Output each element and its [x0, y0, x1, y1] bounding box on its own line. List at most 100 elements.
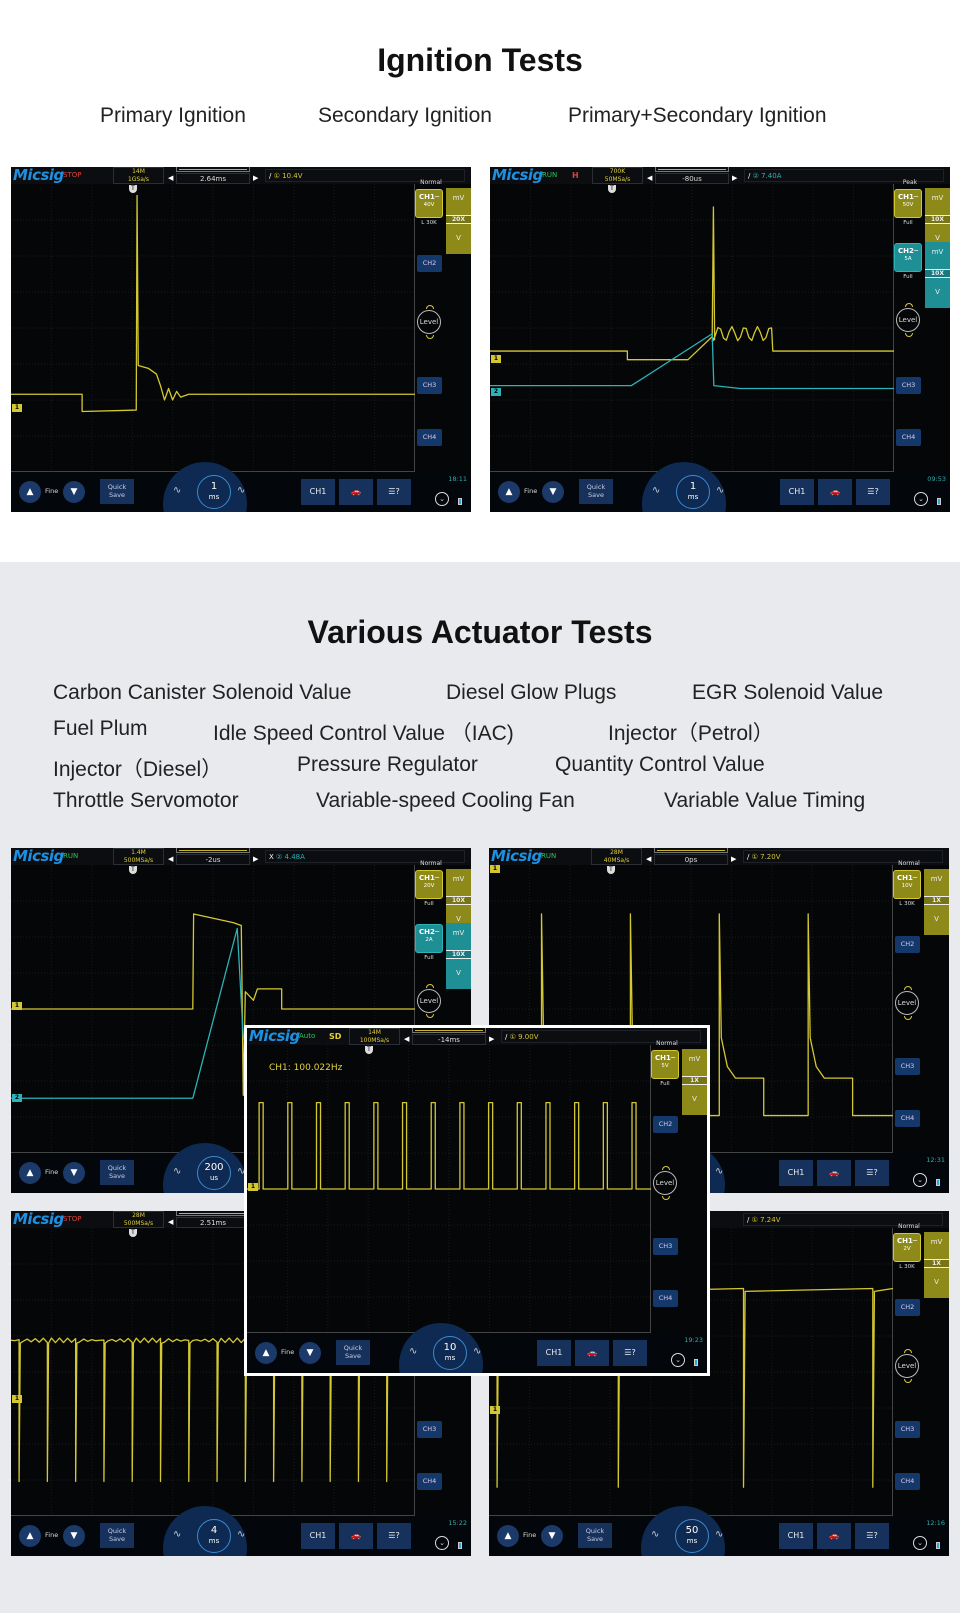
timebase-slider[interactable] [176, 167, 250, 172]
ch2-button[interactable]: CH2 [417, 255, 442, 272]
ch3-button[interactable]: CH3 [896, 377, 921, 394]
ch3-button[interactable]: CH3 [417, 1421, 442, 1438]
help-menu-icon[interactable]: ☰? [855, 1160, 889, 1186]
arrow-right-icon[interactable]: ▶ [732, 174, 737, 182]
chevron-down-icon[interactable]: ⌄ [913, 1536, 927, 1550]
compress-wave-icon[interactable]: ∿ [652, 485, 660, 496]
arrow-right-icon[interactable]: ▶ [253, 174, 258, 182]
ch2-button[interactable]: CH2 [895, 1299, 920, 1316]
arrow-up-icon[interactable]: ▲ [19, 1525, 41, 1547]
trigger-level-knob[interactable]: Level [653, 1166, 677, 1195]
compress-wave-icon[interactable]: ∿ [173, 1529, 181, 1540]
ch1-level-marker[interactable]: 1 [12, 1002, 22, 1010]
ch3-button[interactable]: CH3 [895, 1421, 920, 1438]
waveform-area[interactable]: T CH1: 100.022Hz 1 [247, 1045, 651, 1333]
ch2-button[interactable]: CH2 [653, 1116, 678, 1133]
arrow-down-icon[interactable]: ▼ [63, 481, 85, 503]
run-status[interactable]: STOP [63, 1215, 81, 1223]
channel-stack-icon[interactable]: CH1 [779, 1523, 813, 1549]
channel-stack-icon[interactable]: CH1 [779, 1160, 813, 1186]
ch1-level-marker[interactable]: 1 [490, 1406, 500, 1414]
arrow-down-icon[interactable]: ▼ [299, 1342, 321, 1364]
ch2-level-marker[interactable]: 2 [12, 1094, 22, 1102]
probe-ratio[interactable]: 10X [446, 950, 471, 959]
ch2-button[interactable]: CH2─ 5A [894, 243, 922, 272]
acquisition-mode[interactable]: Peak [896, 179, 924, 186]
waveform-area[interactable]: T1 [11, 184, 415, 472]
car-icon[interactable]: 🚗 [818, 479, 852, 505]
ch2-button[interactable]: CH2 [895, 936, 920, 953]
probe-unit-selector[interactable]: mV 1X V [924, 1232, 949, 1298]
acquisition-mode[interactable]: Normal [895, 860, 923, 867]
ch1-button[interactable]: CH1─ 20V [415, 870, 443, 899]
probe-unit-mv[interactable]: mV [446, 875, 471, 883]
timebase-slider[interactable] [176, 848, 250, 853]
horizontal-offset[interactable]: -2us [176, 854, 250, 865]
arrow-left-icon[interactable]: ◀ [168, 174, 173, 182]
probe-unit-selector[interactable]: mV 20X V [446, 188, 471, 254]
fine-label[interactable]: Fine [45, 1531, 58, 1539]
acquisition-mode[interactable]: Normal [417, 860, 445, 867]
chevron-down-icon[interactable]: ⌄ [914, 492, 928, 506]
trigger-position-marker[interactable]: T [608, 185, 616, 193]
arrow-down-icon[interactable]: ▼ [63, 1525, 85, 1547]
car-icon[interactable]: 🚗 [817, 1523, 851, 1549]
trigger-level-knob[interactable]: Level [417, 305, 441, 334]
arrow-up-icon[interactable]: ▲ [19, 481, 41, 503]
probe-ratio[interactable]: 20X [446, 215, 471, 224]
probe-ratio[interactable]: 10X [925, 215, 950, 224]
arrow-down-icon[interactable]: ▼ [542, 481, 564, 503]
probe-ratio[interactable]: 1X [682, 1076, 707, 1085]
ch1-level-marker[interactable]: 1 [248, 1183, 258, 1191]
ch1-button[interactable]: CH1─ 2V [893, 1233, 921, 1262]
chevron-down-icon[interactable]: ⌄ [671, 1353, 685, 1367]
compress-wave-icon[interactable]: ∿ [651, 1529, 659, 1540]
probe-unit-v[interactable]: V [682, 1095, 707, 1103]
expand-wave-icon[interactable]: ∿ [237, 1529, 245, 1540]
probe-ratio[interactable]: 10X [446, 896, 471, 905]
trigger-level-knob[interactable]: Level [895, 1349, 919, 1378]
ch2-button[interactable]: CH2─ 2A [415, 924, 443, 953]
probe-unit-v[interactable]: V [446, 915, 471, 923]
trigger-position-marker[interactable]: T [129, 185, 137, 193]
trigger-level-knob[interactable]: Level [896, 303, 920, 332]
timebase-value[interactable]: 200 us [197, 1156, 231, 1190]
timebase-slider[interactable] [412, 1028, 486, 1033]
run-status[interactable]: RUN [63, 852, 78, 860]
compress-wave-icon[interactable]: ∿ [409, 1346, 417, 1357]
compress-wave-icon[interactable]: ∿ [173, 485, 181, 496]
probe-unit-selector[interactable]: mV 1X V [682, 1049, 707, 1115]
ch1-button[interactable]: CH1─ 5V [651, 1050, 679, 1079]
timebase-slider[interactable] [176, 1211, 250, 1216]
fine-label[interactable]: Fine [524, 487, 537, 495]
probe-unit-selector[interactable]: mV 10X V [925, 242, 950, 308]
probe-unit-mv[interactable]: mV [925, 248, 950, 256]
memory-sample-rate[interactable]: 14M 100MSa/s [349, 1028, 400, 1045]
ch1-level-marker[interactable]: 1 [490, 865, 500, 873]
run-status[interactable]: RUN [541, 852, 556, 860]
expand-wave-icon[interactable]: ∿ [237, 485, 245, 496]
ch1-button[interactable]: CH1─ 40V [415, 189, 443, 218]
probe-unit-v[interactable]: V [924, 1278, 949, 1286]
run-status[interactable]: STOP [63, 171, 81, 179]
ch1-level-marker[interactable]: 1 [491, 355, 501, 363]
acquisition-mode[interactable]: Normal [653, 1040, 681, 1047]
trigger-position-marker[interactable]: T [365, 1046, 373, 1054]
memory-sample-rate[interactable]: 700K 50MSa/s [592, 167, 643, 184]
probe-unit-selector[interactable]: mV 1X V [924, 869, 949, 935]
fine-label[interactable]: Fine [523, 1531, 536, 1539]
run-status[interactable]: RUN [542, 171, 557, 179]
chevron-down-icon[interactable]: ⌄ [435, 492, 449, 506]
fine-label[interactable]: Fine [281, 1348, 294, 1356]
timebase-value[interactable]: 4 ms [197, 1519, 231, 1553]
arrow-left-icon[interactable]: ◀ [168, 855, 173, 863]
arrow-up-icon[interactable]: ▲ [497, 1525, 519, 1547]
quick-save-button[interactable]: QuickSave [579, 479, 613, 504]
arrow-left-icon[interactable]: ◀ [646, 855, 651, 863]
timebase-value[interactable]: 1 ms [676, 475, 710, 509]
help-menu-icon[interactable]: ☰? [855, 1523, 889, 1549]
probe-unit-v[interactable]: V [924, 915, 949, 923]
car-icon[interactable]: 🚗 [817, 1160, 851, 1186]
help-menu-icon[interactable]: ☰? [856, 479, 890, 505]
help-menu-icon[interactable]: ☰? [377, 1523, 411, 1549]
